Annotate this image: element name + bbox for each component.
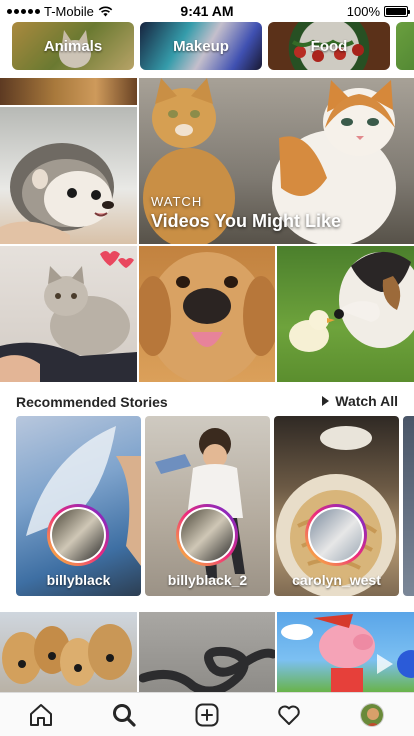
explore-post-hedgehog[interactable]: [0, 107, 137, 244]
stories-title: Recommended Stories: [16, 394, 168, 410]
story-username: billyblack: [46, 572, 111, 588]
topic-chip-label: Makeup: [173, 37, 229, 55]
tab-new-post[interactable]: [193, 701, 221, 729]
post-image: [281, 614, 414, 692]
heart-icon: [278, 705, 300, 725]
explore-post-cartoon[interactable]: [277, 612, 414, 692]
post-image: [0, 143, 114, 244]
tab-search[interactable]: [110, 701, 138, 729]
tab-activity[interactable]: [275, 701, 303, 729]
story-username: carolyn_west: [292, 572, 381, 588]
post-image: [139, 252, 275, 382]
watch-kicker: WATCH: [151, 194, 203, 209]
stories-header: Recommended Stories Watch All: [0, 386, 414, 416]
explore-post-snake[interactable]: [139, 612, 275, 692]
story-avatar-ring: [305, 504, 367, 566]
watch-label: WATCH Videos You Might Like: [151, 194, 341, 232]
watch-videos-tile[interactable]: WATCH Videos You Might Like: [139, 78, 414, 244]
battery-percent: 100%: [346, 4, 380, 19]
topic-chip-makeup[interactable]: Makeup: [140, 22, 262, 70]
watch-all-button[interactable]: Watch All: [322, 393, 398, 409]
post-image: [139, 646, 275, 692]
explore-post-dog[interactable]: [139, 246, 275, 382]
story-username: billyblack_2: [167, 572, 248, 588]
play-icon: [322, 396, 330, 406]
recommended-stories: billyblack billyblack_2 carolyn_west: [0, 416, 414, 596]
topic-chip-more[interactable]: [396, 22, 414, 70]
explore-grid-bottom: [0, 612, 414, 692]
story-avatar-ring: [176, 504, 238, 566]
topic-chip-food[interactable]: Food: [268, 22, 390, 70]
battery-icon: [384, 6, 410, 17]
topic-chip-label: Animals: [43, 37, 103, 55]
story-card[interactable]: billyblack_2: [145, 416, 270, 596]
post-image: [2, 624, 132, 686]
home-icon: [30, 704, 52, 726]
story-card[interactable]: carolyn_west: [274, 416, 399, 596]
post-image: [0, 251, 137, 382]
explore-post-cat[interactable]: [0, 246, 137, 382]
profile-avatar: [360, 703, 384, 727]
tab-profile[interactable]: [358, 701, 386, 729]
add-post-icon: [195, 703, 219, 727]
watch-all-label: Watch All: [335, 393, 398, 409]
bottom-tab-bar: [0, 692, 414, 736]
topic-channels: Animals Makeup Food: [0, 22, 414, 72]
story-card[interactable]: [403, 416, 414, 596]
story-card[interactable]: billyblack: [16, 416, 141, 596]
explore-post-dog-chick[interactable]: [277, 246, 414, 382]
watch-headline: Videos You Might Like: [151, 211, 342, 231]
explore-post[interactable]: [0, 78, 137, 105]
search-icon: [113, 704, 136, 727]
explore-screen: T-Mobile 9:41 AM 100% Animals Makeup Foo…: [0, 0, 414, 736]
topic-chip-animals[interactable]: Animals: [12, 22, 134, 70]
post-image: [289, 251, 414, 352]
explore-post-dogs[interactable]: [0, 612, 137, 692]
topic-chip-label: Food: [310, 37, 348, 55]
story-avatar-ring: [47, 504, 109, 566]
status-bar: T-Mobile 9:41 AM 100%: [0, 0, 414, 22]
tab-home[interactable]: [27, 701, 55, 729]
